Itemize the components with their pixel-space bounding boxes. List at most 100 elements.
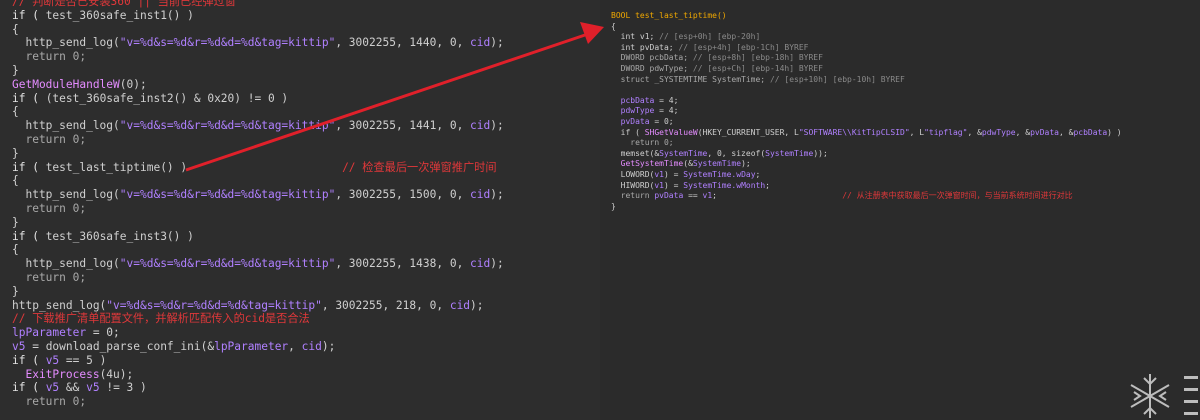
code-token: , & xyxy=(1015,127,1031,137)
code-token: pvData xyxy=(654,191,684,201)
code-token: DWORD pcbData; xyxy=(611,53,693,63)
code-token: ; xyxy=(755,169,761,179)
code-token: (& xyxy=(683,159,693,169)
code-token: return 0; xyxy=(12,50,87,64)
code-token: == xyxy=(683,191,703,201)
code-token: return 0; xyxy=(611,138,674,148)
code-token: "v=%d&s=%d&r=%d&d=%d&tag=kittip" xyxy=(119,119,336,133)
code-token: { xyxy=(12,174,19,188)
code-token: if ( xyxy=(12,8,46,22)
code-line: http_send_log("v=%d&s=%d&r=%d&d=%d&tag=k… xyxy=(12,119,503,133)
code-token: lpParameter xyxy=(214,339,289,353)
code-token: // [esp+8h] [ebp-18h] BYREF xyxy=(692,53,823,63)
code-token: struct _SYSTEMTIME SystemTime; xyxy=(611,74,770,84)
code-token: // [esp+Ch] [ebp-14h] BYREF xyxy=(692,63,823,73)
code-line: if ( test_360safe_inst1() ) xyxy=(12,9,504,23)
code-token: "v=%d&s=%d&r=%d&d=%d&tag=kittip" xyxy=(106,298,322,312)
code-token: , 3002255, 1438, 0, xyxy=(335,257,471,271)
code-token: // [esp+10h] [ebp-10h] BYREF xyxy=(769,74,905,84)
code-token: v5 xyxy=(45,381,60,395)
code-token: if ( xyxy=(12,229,46,243)
left-pseudocode: // 判断是否已安装360 || 当前已经弹过窗 if ( test_360saf… xyxy=(12,0,504,409)
code-token: v5 xyxy=(86,381,100,395)
code-token: SystemTime xyxy=(765,148,814,158)
snowflake-logo-icon xyxy=(1130,374,1198,418)
code-token: pdwType xyxy=(981,127,1016,137)
code-token: return 0; xyxy=(12,201,87,215)
code-line: } xyxy=(12,64,504,78)
code-line: if ( test_360safe_inst3() ) xyxy=(12,230,504,244)
code-line: { xyxy=(12,174,504,188)
code-token: { xyxy=(12,243,19,257)
code-token: cid xyxy=(301,339,322,353)
code-line: pdwType = 4; xyxy=(611,106,1122,117)
code-line: return 0; xyxy=(12,133,504,147)
code-line: return 0; xyxy=(12,50,504,64)
code-line: } xyxy=(12,216,504,230)
code-line: if ( v5 && v5 != 3 ) xyxy=(12,381,504,395)
code-token: v5 xyxy=(12,339,26,353)
code-line: } xyxy=(611,202,1122,213)
code-line: DWORD pcbData; // [esp+8h] [ebp-18h] BYR… xyxy=(611,53,1122,64)
code-line: if ( test_last_tiptime() ) // 检查最后一次弹窗推广… xyxy=(12,161,504,175)
code-token: v1 xyxy=(702,191,713,201)
code-token: test_last_tiptime() ) xyxy=(45,160,188,174)
code-token: GetSystemTime xyxy=(611,159,684,169)
code-token: } xyxy=(12,63,19,77)
code-token: ); xyxy=(490,257,504,271)
code-line: ExitProcess(4u); xyxy=(12,368,504,382)
code-token: ExitProcess xyxy=(12,367,100,381)
code-token: if ( xyxy=(12,91,46,105)
code-token: http_send_log( xyxy=(12,188,120,202)
code-token: ); xyxy=(741,159,751,169)
code-token: != 3 ) xyxy=(99,381,147,395)
code-line: HIWORD(v1) = SystemTime.wMonth; xyxy=(611,181,1122,192)
code-token: , & xyxy=(967,127,982,137)
code-line: int pvData; // [esp+4h] [ebp-1Ch] BYREF xyxy=(611,43,1122,54)
code-token: = 4; xyxy=(654,106,679,116)
code-token: SystemTime.wDay xyxy=(683,169,756,179)
code-line: http_send_log("v=%d&s=%d&r=%d&d=%d&tag=k… xyxy=(12,299,504,313)
code-line: http_send_log("v=%d&s=%d&r=%d&d=%d&tag=k… xyxy=(12,36,504,50)
code-line: return pvData == v1; // 从注册表中获取最后一次弹窗时间，… xyxy=(611,191,1122,202)
code-token: (HKEY_CURRENT_USER, L xyxy=(697,127,799,137)
code-token: , 3002255, 218, 0, xyxy=(321,298,450,312)
code-token: { xyxy=(12,105,19,119)
code-token: ); xyxy=(490,36,504,50)
code-token: // 检查最后一次弹窗推广时间 xyxy=(342,160,497,174)
code-line: http_send_log("v=%d&s=%d&r=%d&d=%d&tag=k… xyxy=(12,188,503,202)
code-token: , 0, sizeof( xyxy=(707,148,766,158)
code-token: "SOFTWARE\\KitTipCLSID" xyxy=(798,127,910,137)
code-token: if ( xyxy=(12,353,46,367)
code-token: http_send_log( xyxy=(12,257,120,271)
code-line: // 下载推广清单配置文件，并解析匹配传入的cid是否合法 xyxy=(12,312,504,326)
code-line: } xyxy=(12,147,504,161)
code-token: , 3002255, 1440, 0, xyxy=(335,36,471,50)
code-token: cid xyxy=(470,119,491,133)
code-token: cid xyxy=(470,36,491,50)
code-line: { xyxy=(611,22,1122,33)
code-line: pcbData = 4; xyxy=(611,96,1122,107)
code-line: // 判断是否已安装360 || 当前已经弹过窗 xyxy=(12,0,504,9)
code-token: SystemTime.wMonth xyxy=(683,180,766,190)
code-line: GetModuleHandleW(0); xyxy=(12,78,504,92)
code-token: GetModuleHandleW xyxy=(12,77,120,91)
code-token: http_send_log( xyxy=(12,298,107,312)
code-token: (test_360safe_inst2() & 0x20) != 0 ) xyxy=(45,91,289,105)
code-line: DWORD pdwType; // [esp+Ch] [ebp-14h] BYR… xyxy=(611,64,1122,75)
code-token: if ( xyxy=(12,381,46,395)
code-token: pdwType xyxy=(611,106,655,116)
code-token: pvData xyxy=(1030,127,1059,137)
code-token: SHGetValueW xyxy=(644,127,698,137)
code-token: return 0; xyxy=(12,395,87,409)
code-token: // 下载推广清单配置文件，并解析匹配传入的cid是否合法 xyxy=(12,312,310,326)
code-token: ); xyxy=(321,339,336,353)
code-token: } xyxy=(12,215,19,229)
code-token: // 判断是否已安装360 || 当前已经弹过窗 xyxy=(12,0,236,8)
code-token: test_360safe_inst3() ) xyxy=(45,229,194,243)
code-line: if ( v5 == 5 ) xyxy=(12,354,504,368)
code-line: BOOL test_last_tiptime() xyxy=(611,11,1122,22)
code-token: int pvData; xyxy=(611,42,679,52)
